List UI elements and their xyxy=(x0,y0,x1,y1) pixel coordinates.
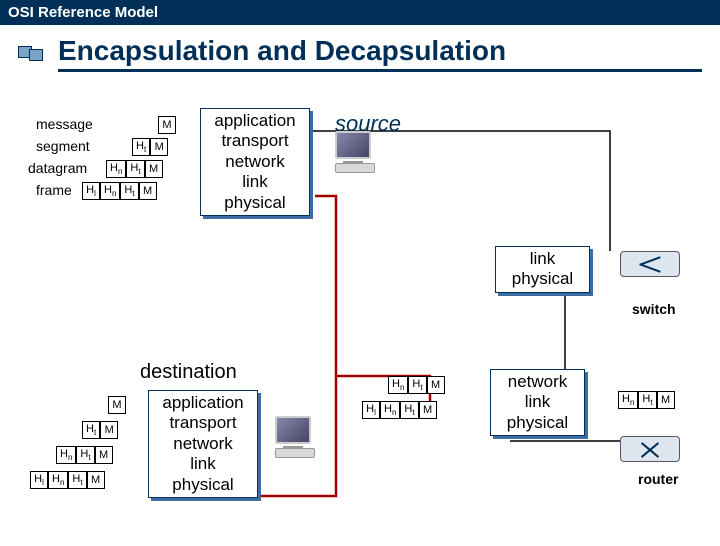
switch-icon xyxy=(620,251,680,277)
router-icon xyxy=(620,436,680,462)
hdr-cell-m: M xyxy=(87,471,105,489)
hdr-cell-m: M xyxy=(139,182,157,200)
hdr-cell-ht: Ht xyxy=(126,160,144,178)
hdr-cell-m: M xyxy=(419,401,437,419)
hdr-cell-ht: Ht xyxy=(400,401,418,419)
router-label: router xyxy=(638,471,678,487)
page-title: Encapsulation and Decapsulation xyxy=(58,35,702,72)
layer-transport: transport xyxy=(157,413,249,433)
hdr-frame: Hl Hn Ht M xyxy=(82,182,157,200)
hdr-cell-m: M xyxy=(427,376,445,394)
row-label-datagram: datagram xyxy=(28,160,87,176)
source-stack: application transport network link physi… xyxy=(200,108,310,216)
layer-network: network xyxy=(157,434,249,454)
hdr-cell-hn: Hn xyxy=(56,446,76,464)
hdr-message: M xyxy=(158,116,176,134)
row-label-segment: segment xyxy=(36,138,90,154)
hdr-cell-m: M xyxy=(657,391,675,409)
hdr-cell-hn: Hn xyxy=(380,401,400,419)
hdr-cell-m: M xyxy=(158,116,176,134)
layer-application: application xyxy=(157,393,249,413)
hdr-cell-hn: Hn xyxy=(106,160,126,178)
hdr-cell-m: M xyxy=(108,396,126,414)
dest-hdr-datagram: Hn Ht M xyxy=(56,446,113,464)
layer-network: network xyxy=(209,152,301,172)
layer-link: link xyxy=(157,454,249,474)
dest-hdr-message: M xyxy=(108,396,126,414)
router-stack: network link physical xyxy=(490,369,585,436)
hdr-cell-ht: Ht xyxy=(408,376,426,394)
router-hdr-frame: Hl Hn Ht M xyxy=(362,401,437,419)
layer-physical: physical xyxy=(209,193,301,213)
hdr-segment: Ht M xyxy=(132,138,168,156)
hdr-cell-hn: Hn xyxy=(48,471,68,489)
layer-link: link xyxy=(504,249,581,269)
hdr-cell-m: M xyxy=(145,160,163,178)
hdr-cell-ht: Ht xyxy=(132,138,150,156)
destination-label: destination xyxy=(140,361,237,384)
layer-network: network xyxy=(499,372,576,392)
title-decoration xyxy=(18,46,40,61)
layer-physical: physical xyxy=(157,475,249,495)
source-computer-icon xyxy=(335,131,375,173)
destination-stack: application transport network link physi… xyxy=(148,390,258,498)
hdr-cell-hn: Hn xyxy=(388,376,408,394)
hdr-datagram: Hn Ht M xyxy=(106,160,163,178)
layer-application: application xyxy=(209,111,301,131)
row-label-frame: frame xyxy=(36,182,72,198)
row-label-message: message xyxy=(36,116,93,132)
layer-physical: physical xyxy=(499,413,576,433)
destination-computer-icon xyxy=(275,416,315,458)
hdr-cell-ht: Ht xyxy=(120,182,138,200)
title-row: Encapsulation and Decapsulation xyxy=(0,25,720,76)
switch-label: switch xyxy=(632,301,676,317)
layer-physical: physical xyxy=(504,269,581,289)
hdr-cell-ht: Ht xyxy=(82,421,100,439)
hdr-cell-m: M xyxy=(100,421,118,439)
hdr-cell-ht: Ht xyxy=(76,446,94,464)
header-bar: OSI Reference Model xyxy=(0,0,720,25)
router-hdr-datagram: Hn Ht M xyxy=(388,376,445,394)
layer-link: link xyxy=(499,392,576,412)
layer-link: link xyxy=(209,172,301,192)
dest-hdr-segment: Ht M xyxy=(82,421,118,439)
dest-hdr-frame: Hl Hn Ht M xyxy=(30,471,105,489)
hdr-cell-hl: Hl xyxy=(82,182,100,200)
hdr-cell-hn: Hn xyxy=(100,182,120,200)
diagram-canvas: message segment datagram frame M Ht M Hn… xyxy=(0,76,720,546)
hdr-cell-hn: Hn xyxy=(618,391,638,409)
layer-transport: transport xyxy=(209,131,301,151)
hdr-cell-hl: Hl xyxy=(30,471,48,489)
hdr-cell-m: M xyxy=(150,138,168,156)
hdr-cell-hl: Hl xyxy=(362,401,380,419)
switch-stack: link physical xyxy=(495,246,590,293)
hdr-cell-m: M xyxy=(95,446,113,464)
hdr-cell-ht: Ht xyxy=(638,391,656,409)
router-out-hdr: Hn Ht M xyxy=(618,391,675,409)
hdr-cell-ht: Ht xyxy=(68,471,86,489)
